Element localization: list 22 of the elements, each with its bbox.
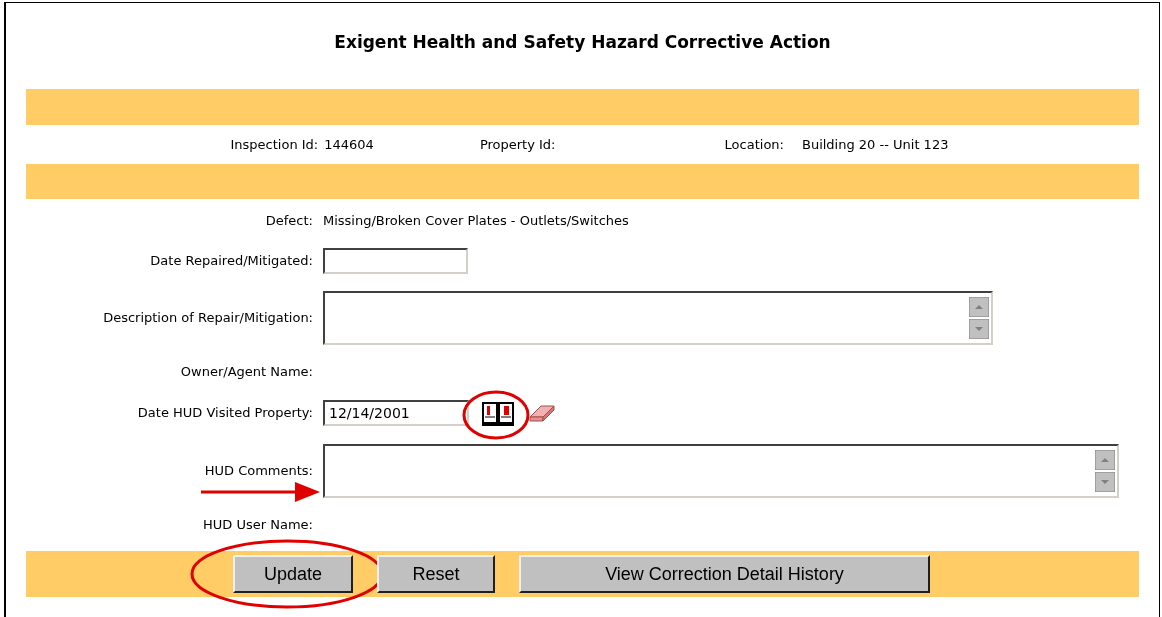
action-button[interactable]: Update [233,555,353,593]
form-label: Date HUD Visited Property: [137,404,313,423]
date-input-field[interactable] [323,248,468,274]
form-label: Defect: [265,211,313,230]
action-button[interactable]: View Correction Detail History [519,555,930,593]
header-value: Building 20 -- Unit 123 [801,135,949,154]
form-label: HUD User Name: [203,515,313,534]
header-label: Inspection Id: [230,135,319,154]
header-label: Location: [724,135,784,154]
annotation-circle [461,389,531,441]
date-input-field[interactable]: 12/14/2001 [323,400,469,426]
field-value: Missing/Broken Cover Plates - Outlets/Switches [323,211,629,230]
eraser-icon[interactable] [529,404,555,422]
action-button[interactable]: Reset [377,555,495,593]
page-title: Exigent Health and Safety Hazard Corrective Action [334,31,831,54]
form-label: Owner/Agent Name: [180,362,313,381]
header-value: 144604 [324,135,374,154]
form-label: Description of Repair/Mitigation: [103,309,313,328]
form-label: HUD Comments: [204,462,313,481]
form-label: Date Repaired/Mitigated: [150,252,313,271]
header-label: Property Id: [479,135,556,154]
calendar-icon[interactable] [481,399,515,427]
